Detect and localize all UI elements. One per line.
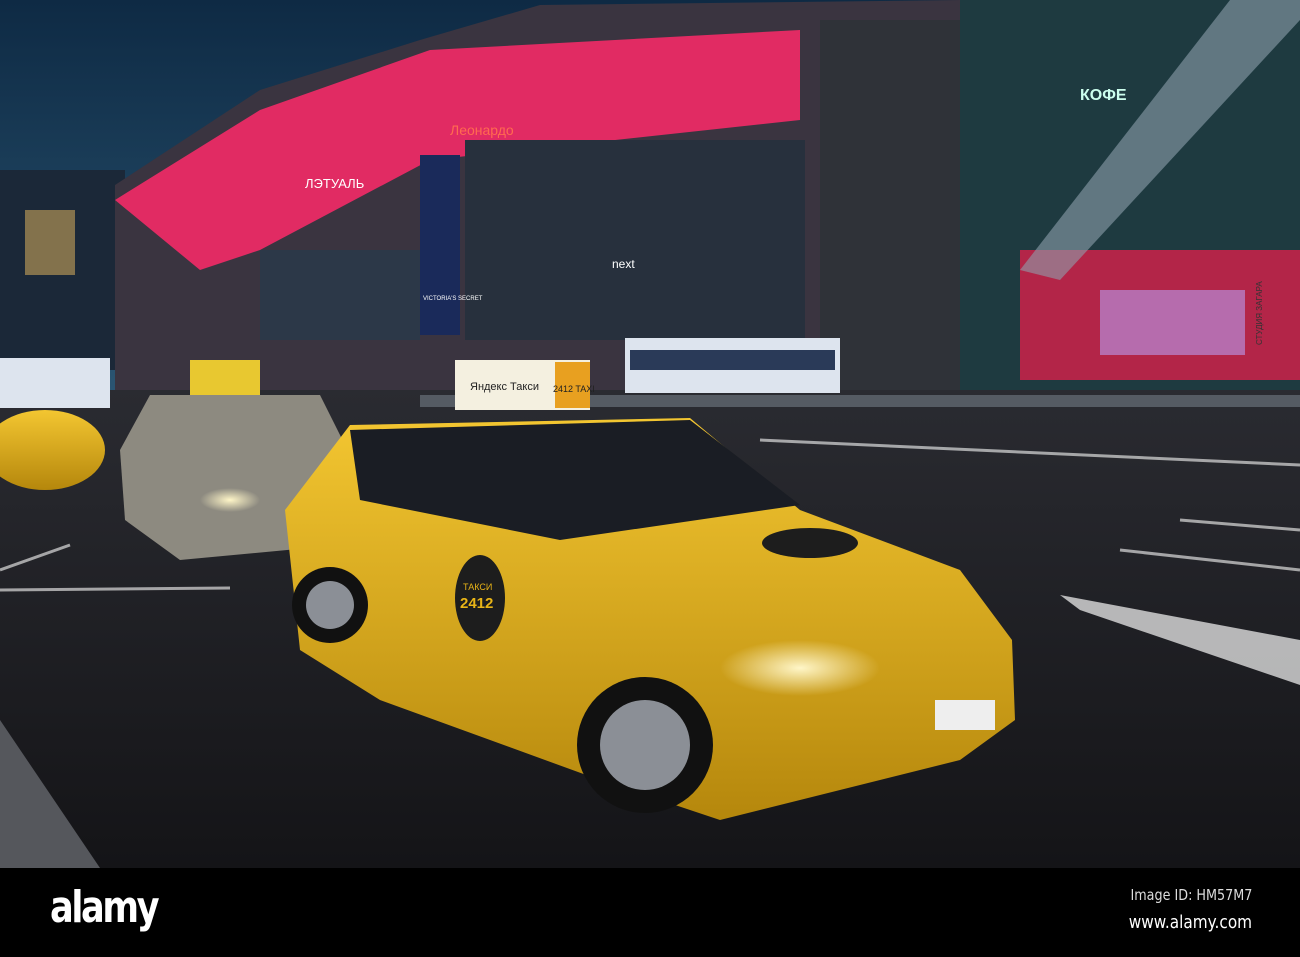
taxi-street-photo: ЛЭТУАЛЬ Леонардо next VICTORIA'S SECRET … <box>0 0 1300 868</box>
leonardo-sign: Леонардо <box>450 122 514 138</box>
vs-sign: VICTORIA'S SECRET <box>423 296 483 302</box>
door-logo-word: ТАКСИ <box>463 582 492 592</box>
watermark-bar: alamy Image ID: HM57M7 www.alamy.com <box>0 868 1300 957</box>
letual-sign: ЛЭТУАЛЬ <box>305 176 364 191</box>
roof-number-text: 2412 TAXI <box>553 384 595 394</box>
stock-photo: ЛЭТУАЛЬ Леонардо next VICTORIA'S SECRET … <box>0 0 1300 957</box>
alamy-logo: alamy <box>50 882 160 933</box>
next-sign: next <box>612 257 635 271</box>
roof-sign-text: Яндекс Такси <box>470 381 539 393</box>
studio-sign: СТУДИЯ ЗАГАРА <box>1255 281 1264 345</box>
door-logo-number: 2412 <box>460 595 493 612</box>
image-id: Image ID: HM57M7 <box>1130 886 1252 904</box>
cafe-sign: КОФЕ <box>1080 87 1127 104</box>
headlight <box>720 640 880 696</box>
watermark-url: www.alamy.com <box>1128 912 1252 933</box>
